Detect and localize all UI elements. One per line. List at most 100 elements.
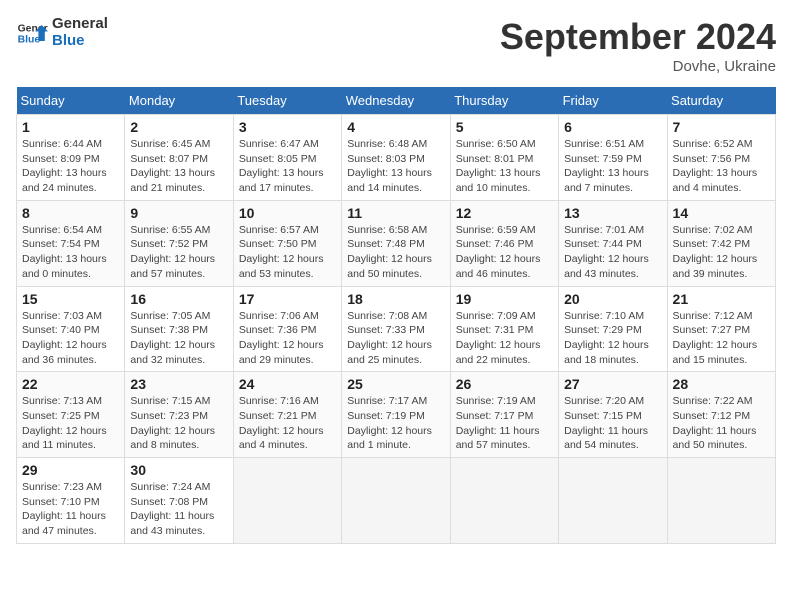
calendar-cell: 21Sunrise: 7:12 AMSunset: 7:27 PMDayligh… [667,286,775,372]
day-number: 12 [456,205,553,221]
calendar-cell: 30 Sunrise: 7:24 AMSunset: 7:08 PMDayligh… [125,458,233,544]
day-number: 2 [130,119,227,135]
day-number: 13 [564,205,661,221]
calendar-cell: 20 Sunrise: 7:10 AMSunset: 7:29 PMDayligh… [559,286,667,372]
day-detail: Sunrise: 7:02 AMSunset: 7:42 PMDaylight:… [673,224,758,280]
calendar-cell [450,458,558,544]
calendar-cell: 12 Sunrise: 6:59 AMSunset: 7:46 PMDayligh… [450,200,558,286]
calendar-cell: 26Sunrise: 7:19 AMSunset: 7:17 PMDayligh… [450,372,558,458]
calendar-cell [233,458,341,544]
day-number: 10 [239,205,336,221]
day-number: 25 [347,376,444,392]
calendar-cell: 14Sunrise: 7:02 AMSunset: 7:42 PMDayligh… [667,200,775,286]
col-monday: Monday [125,87,233,115]
calendar-header-row: Sunday Monday Tuesday Wednesday Thursday… [17,87,776,115]
day-detail: Sunrise: 6:51 AMSunset: 7:59 PMDaylight:… [564,138,649,194]
calendar-cell: 9 Sunrise: 6:55 AMSunset: 7:52 PMDaylight… [125,200,233,286]
page-header: General Blue General Blue September 2024… [16,16,776,75]
calendar-cell: 10 Sunrise: 6:57 AMSunset: 7:50 PMDayligh… [233,200,341,286]
day-detail: Sunrise: 7:08 AMSunset: 7:33 PMDaylight:… [347,310,432,366]
day-number: 27 [564,376,661,392]
day-detail: Sunrise: 7:12 AMSunset: 7:27 PMDaylight:… [673,310,758,366]
day-number: 29 [22,462,119,478]
logo-icon: General Blue [16,17,48,49]
day-detail: Sunrise: 6:50 AMSunset: 8:01 PMDaylight:… [456,138,541,194]
day-number: 6 [564,119,661,135]
calendar-cell: 19 Sunrise: 7:09 AMSunset: 7:31 PMDayligh… [450,286,558,372]
calendar-row-4: 22 Sunrise: 7:13 AMSunset: 7:25 PMDayligh… [17,372,776,458]
day-detail: Sunrise: 7:22 AMSunset: 7:12 PMDaylight:… [673,395,757,451]
day-detail: Sunrise: 6:45 AMSunset: 8:07 PMDaylight:… [130,138,215,194]
day-detail: Sunrise: 6:55 AMSunset: 7:52 PMDaylight:… [130,224,215,280]
month-title: September 2024 [500,16,776,58]
col-tuesday: Tuesday [233,87,341,115]
col-wednesday: Wednesday [342,87,450,115]
svg-text:Blue: Blue [18,34,41,45]
day-detail: Sunrise: 7:06 AMSunset: 7:36 PMDaylight:… [239,310,324,366]
day-detail: Sunrise: 7:17 AMSunset: 7:19 PMDaylight:… [347,395,432,451]
day-detail: Sunrise: 7:01 AMSunset: 7:44 PMDaylight:… [564,224,649,280]
day-number: 16 [130,291,227,307]
calendar-cell [342,458,450,544]
calendar-cell: 27 Sunrise: 7:20 AMSunset: 7:15 PMDayligh… [559,372,667,458]
calendar-cell: 17 Sunrise: 7:06 AMSunset: 7:36 PMDayligh… [233,286,341,372]
calendar-row-5: 29 Sunrise: 7:23 AMSunset: 7:10 PMDayligh… [17,458,776,544]
col-thursday: Thursday [450,87,558,115]
calendar-cell: 3 Sunrise: 6:47 AMSunset: 8:05 PMDaylight… [233,115,341,201]
day-number: 17 [239,291,336,307]
calendar-cell: 2 Sunrise: 6:45 AMSunset: 8:07 PMDaylight… [125,115,233,201]
day-number: 9 [130,205,227,221]
day-detail: Sunrise: 7:03 AMSunset: 7:40 PMDaylight:… [22,310,107,366]
calendar-cell: 5 Sunrise: 6:50 AMSunset: 8:01 PMDaylight… [450,115,558,201]
calendar-cell: 8Sunrise: 6:54 AMSunset: 7:54 PMDaylight… [17,200,125,286]
day-detail: Sunrise: 7:09 AMSunset: 7:31 PMDaylight:… [456,310,541,366]
day-number: 30 [130,462,227,478]
day-number: 4 [347,119,444,135]
day-detail: Sunrise: 7:19 AMSunset: 7:17 PMDaylight:… [456,395,540,451]
calendar-cell: 23 Sunrise: 7:15 AMSunset: 7:23 PMDayligh… [125,372,233,458]
day-detail: Sunrise: 6:44 AMSunset: 8:09 PMDaylight:… [22,138,107,194]
title-block: September 2024 Dovhe, Ukraine [500,16,776,75]
day-number: 5 [456,119,553,135]
day-number: 18 [347,291,444,307]
calendar-cell: 11Sunrise: 6:58 AMSunset: 7:48 PMDayligh… [342,200,450,286]
day-detail: Sunrise: 7:05 AMSunset: 7:38 PMDaylight:… [130,310,215,366]
day-detail: Sunrise: 7:24 AMSunset: 7:08 PMDaylight:… [130,481,214,537]
day-number: 1 [22,119,119,135]
calendar-cell: 29 Sunrise: 7:23 AMSunset: 7:10 PMDayligh… [17,458,125,544]
day-detail: Sunrise: 6:57 AMSunset: 7:50 PMDaylight:… [239,224,324,280]
day-number: 23 [130,376,227,392]
day-number: 3 [239,119,336,135]
day-detail: Sunrise: 7:16 AMSunset: 7:21 PMDaylight:… [239,395,324,451]
day-number: 28 [673,376,770,392]
calendar-cell: 4Sunrise: 6:48 AMSunset: 8:03 PMDaylight… [342,115,450,201]
calendar-cell [667,458,775,544]
day-number: 22 [22,376,119,392]
calendar-row-3: 15 Sunrise: 7:03 AMSunset: 7:40 PMDayligh… [17,286,776,372]
logo: General Blue General Blue [16,16,108,49]
day-number: 7 [673,119,770,135]
location-subtitle: Dovhe, Ukraine [500,58,776,75]
day-detail: Sunrise: 7:23 AMSunset: 7:10 PMDaylight:… [22,481,106,537]
day-detail: Sunrise: 7:13 AMSunset: 7:25 PMDaylight:… [22,395,107,451]
day-number: 19 [456,291,553,307]
col-sunday: Sunday [17,87,125,115]
day-number: 20 [564,291,661,307]
calendar-cell: 28 Sunrise: 7:22 AMSunset: 7:12 PMDayligh… [667,372,775,458]
day-detail: Sunrise: 6:59 AMSunset: 7:46 PMDaylight:… [456,224,541,280]
day-detail: Sunrise: 7:10 AMSunset: 7:29 PMDaylight:… [564,310,649,366]
day-number: 15 [22,291,119,307]
calendar-cell: 16 Sunrise: 7:05 AMSunset: 7:38 PMDayligh… [125,286,233,372]
day-detail: Sunrise: 7:15 AMSunset: 7:23 PMDaylight:… [130,395,215,451]
day-detail: Sunrise: 6:58 AMSunset: 7:48 PMDaylight:… [347,224,432,280]
day-number: 24 [239,376,336,392]
calendar-table: Sunday Monday Tuesday Wednesday Thursday… [16,87,776,544]
day-detail: Sunrise: 6:47 AMSunset: 8:05 PMDaylight:… [239,138,324,194]
calendar-cell: 7Sunrise: 6:52 AMSunset: 7:56 PMDaylight… [667,115,775,201]
day-detail: Sunrise: 7:20 AMSunset: 7:15 PMDaylight:… [564,395,648,451]
calendar-cell: 13 Sunrise: 7:01 AMSunset: 7:44 PMDayligh… [559,200,667,286]
col-saturday: Saturday [667,87,775,115]
calendar-cell: 15 Sunrise: 7:03 AMSunset: 7:40 PMDayligh… [17,286,125,372]
calendar-cell: 22 Sunrise: 7:13 AMSunset: 7:25 PMDayligh… [17,372,125,458]
calendar-cell: 1 Sunrise: 6:44 AMSunset: 8:09 PMDaylight… [17,115,125,201]
